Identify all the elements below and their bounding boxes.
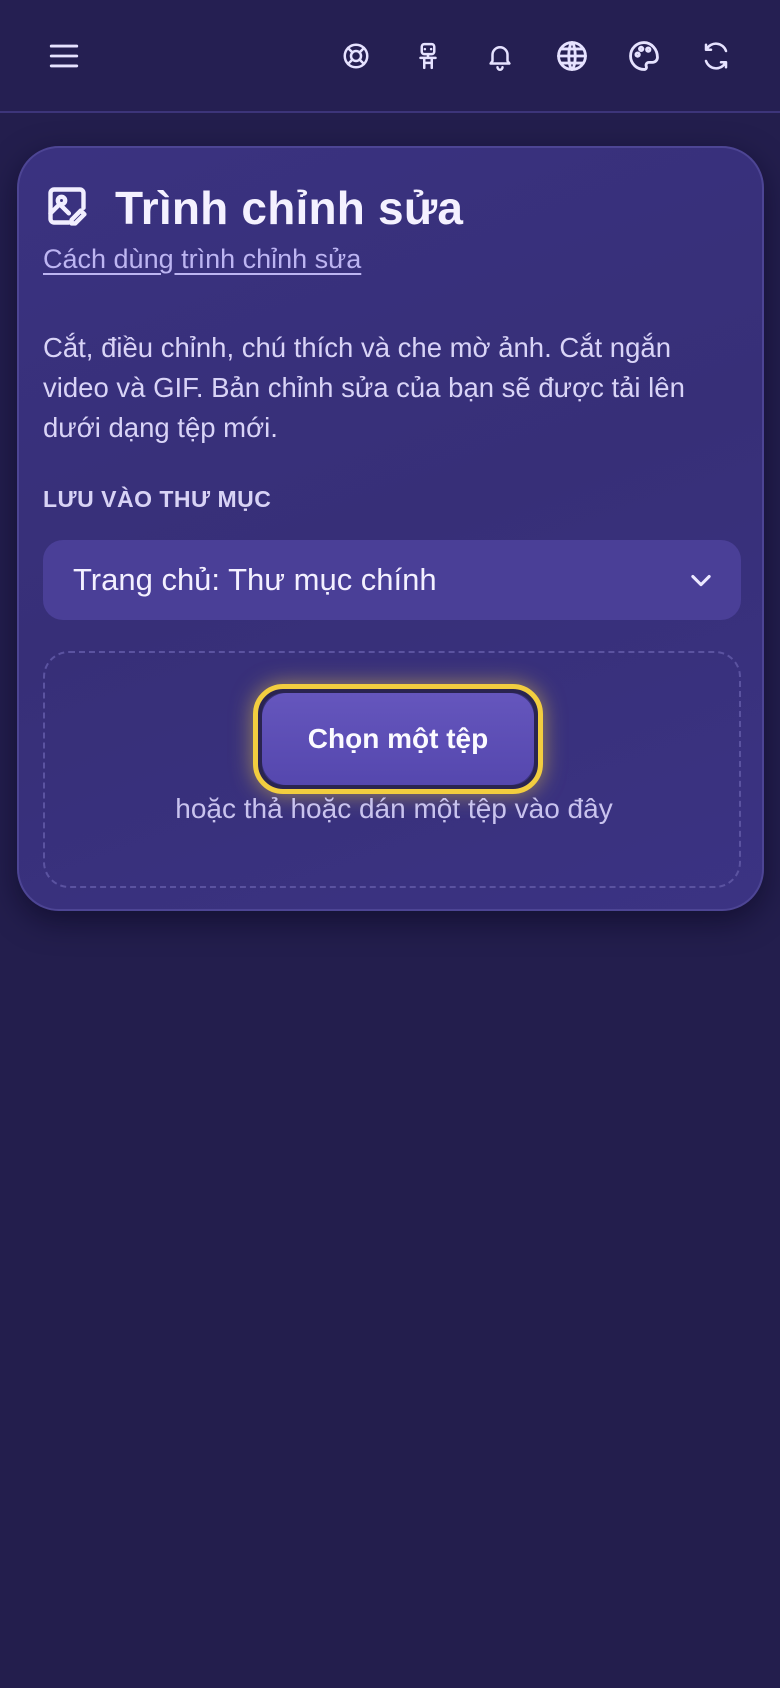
title-row: Trình chỉnh sửa xyxy=(45,178,463,238)
choose-file-button[interactable]: Chọn một tệp xyxy=(262,693,534,785)
folder-select[interactable]: Trang chủ: Thư mục chính xyxy=(43,540,741,620)
help-link[interactable]: Cách dùng trình chỉnh sửa xyxy=(43,244,361,275)
help-buoy-icon[interactable] xyxy=(330,30,382,82)
bell-icon[interactable] xyxy=(474,30,526,82)
palette-icon[interactable] xyxy=(618,30,670,82)
robot-icon[interactable] xyxy=(402,30,454,82)
refresh-icon[interactable] xyxy=(690,30,742,82)
file-dropzone[interactable]: Chọn một tệp hoặc thả hoặc dán một tệp v… xyxy=(43,651,741,888)
page-title: Trình chỉnh sửa xyxy=(115,182,464,234)
save-folder-label: LƯU VÀO THƯ MỤC xyxy=(43,486,272,512)
drop-hint: hoặc thả hoặc dán một tệp vào đây xyxy=(175,793,613,824)
image-edit-icon xyxy=(45,184,89,233)
globe-icon[interactable] xyxy=(546,30,598,82)
folder-select-value: Trang chủ: Thư mục chính xyxy=(73,562,437,597)
top-bar xyxy=(0,0,780,113)
editor-card: Trình chỉnh sửa Cách dùng trình chỉnh sử… xyxy=(17,146,764,911)
menu-icon[interactable] xyxy=(38,30,90,82)
editor-description: Cắt, điều chỉnh, chú thích và che mờ ảnh… xyxy=(43,332,685,443)
chevron-down-icon xyxy=(687,566,715,599)
